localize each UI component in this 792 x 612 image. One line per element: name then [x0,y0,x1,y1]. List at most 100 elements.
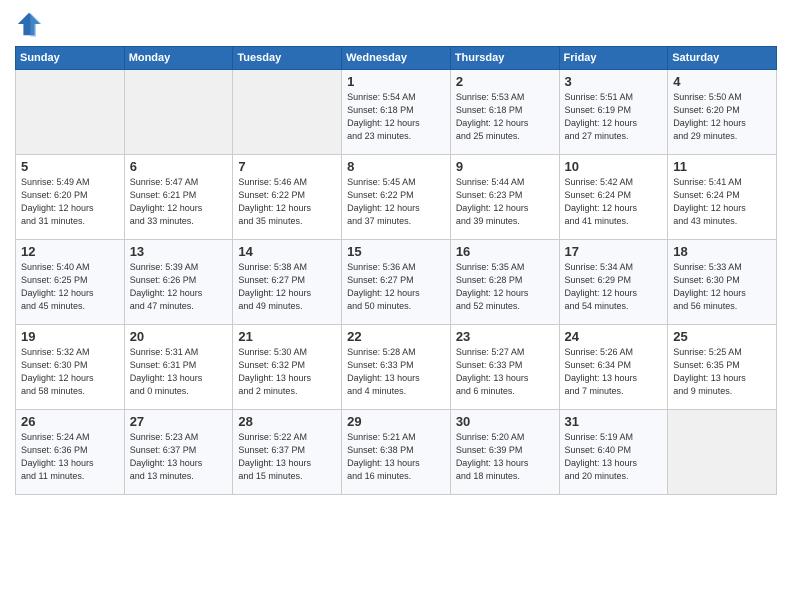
calendar-cell: 7 Sunrise: 5:46 AM Sunset: 6:22 PM Daylig… [233,155,342,240]
day-number: 12 [21,244,119,259]
day-number: 13 [130,244,228,259]
day-info: Sunrise: 5:36 AM Sunset: 6:27 PM Dayligh… [347,261,445,313]
page-header [15,10,777,38]
day-number: 10 [565,159,663,174]
day-header: Monday [124,47,233,70]
day-number: 11 [673,159,771,174]
day-number: 20 [130,329,228,344]
day-number: 3 [565,74,663,89]
day-number: 25 [673,329,771,344]
calendar-cell [124,70,233,155]
calendar-cell: 22 Sunrise: 5:28 AM Sunset: 6:33 PM Dayli… [342,325,451,410]
calendar-cell: 24Sunrise: 5:26 AM Sunset: 6:34 PM Dayli… [559,325,668,410]
day-info: Sunrise: 5:33 AM Sunset: 6:30 PM Dayligh… [673,261,771,313]
day-info: Sunrise: 5:51 AM Sunset: 6:19 PM Dayligh… [565,91,663,143]
day-info: Sunrise: 5:23 AM Sunset: 6:37 PM Dayligh… [130,431,228,483]
calendar-cell [668,410,777,495]
day-number: 28 [238,414,336,429]
day-header: Tuesday [233,47,342,70]
calendar-cell: 2Sunrise: 5:53 AM Sunset: 6:18 PM Daylig… [450,70,559,155]
day-info: Sunrise: 5:30 AM Sunset: 6:32 PM Dayligh… [238,346,336,398]
day-number: 6 [130,159,228,174]
calendar-cell: 15 Sunrise: 5:36 AM Sunset: 6:27 PM Dayli… [342,240,451,325]
calendar-week-row: 5Sunrise: 5:49 AM Sunset: 6:20 PM Daylig… [16,155,777,240]
day-number: 27 [130,414,228,429]
day-number: 26 [21,414,119,429]
day-info: Sunrise: 5:39 AM Sunset: 6:26 PM Dayligh… [130,261,228,313]
day-number: 7 [238,159,336,174]
calendar-cell: 31 Sunrise: 5:19 AM Sunset: 6:40 PM Dayli… [559,410,668,495]
day-info: Sunrise: 5:45 AM Sunset: 6:22 PM Dayligh… [347,176,445,228]
calendar-cell: 23 Sunrise: 5:27 AM Sunset: 6:33 PM Dayli… [450,325,559,410]
day-number: 15 [347,244,445,259]
calendar-table: SundayMondayTuesdayWednesdayThursdayFrid… [15,46,777,495]
calendar-cell: 28 Sunrise: 5:22 AM Sunset: 6:37 PM Dayli… [233,410,342,495]
day-number: 16 [456,244,554,259]
day-info: Sunrise: 5:35 AM Sunset: 6:28 PM Dayligh… [456,261,554,313]
day-info: Sunrise: 5:44 AM Sunset: 6:23 PM Dayligh… [456,176,554,228]
day-info: Sunrise: 5:24 AM Sunset: 6:36 PM Dayligh… [21,431,119,483]
calendar-cell [233,70,342,155]
calendar-cell: 17 Sunrise: 5:34 AM Sunset: 6:29 PM Dayli… [559,240,668,325]
day-number: 19 [21,329,119,344]
day-info: Sunrise: 5:47 AM Sunset: 6:21 PM Dayligh… [130,176,228,228]
day-info: Sunrise: 5:40 AM Sunset: 6:25 PM Dayligh… [21,261,119,313]
day-info: Sunrise: 5:38 AM Sunset: 6:27 PM Dayligh… [238,261,336,313]
day-header: Friday [559,47,668,70]
day-number: 2 [456,74,554,89]
calendar-week-row: 26 Sunrise: 5:24 AM Sunset: 6:36 PM Dayli… [16,410,777,495]
calendar-cell: 3 Sunrise: 5:51 AM Sunset: 6:19 PM Daylig… [559,70,668,155]
calendar-cell: 10 Sunrise: 5:42 AM Sunset: 6:24 PM Dayli… [559,155,668,240]
calendar-cell: 12 Sunrise: 5:40 AM Sunset: 6:25 PM Dayli… [16,240,125,325]
day-number: 17 [565,244,663,259]
calendar-cell: 4 Sunrise: 5:50 AM Sunset: 6:20 PM Daylig… [668,70,777,155]
day-header: Saturday [668,47,777,70]
day-number: 1 [347,74,445,89]
day-number: 30 [456,414,554,429]
calendar-cell: 26 Sunrise: 5:24 AM Sunset: 6:36 PM Dayli… [16,410,125,495]
calendar-cell [16,70,125,155]
day-info: Sunrise: 5:41 AM Sunset: 6:24 PM Dayligh… [673,176,771,228]
day-number: 23 [456,329,554,344]
day-info: Sunrise: 5:28 AM Sunset: 6:33 PM Dayligh… [347,346,445,398]
calendar-week-row: 19 Sunrise: 5:32 AM Sunset: 6:30 PM Dayli… [16,325,777,410]
calendar-header-row: SundayMondayTuesdayWednesdayThursdayFrid… [16,47,777,70]
calendar-cell: 16 Sunrise: 5:35 AM Sunset: 6:28 PM Dayli… [450,240,559,325]
calendar-cell: 19 Sunrise: 5:32 AM Sunset: 6:30 PM Dayli… [16,325,125,410]
day-info: Sunrise: 5:25 AM Sunset: 6:35 PM Dayligh… [673,346,771,398]
day-info: Sunrise: 5:22 AM Sunset: 6:37 PM Dayligh… [238,431,336,483]
day-header: Sunday [16,47,125,70]
calendar-cell: 30Sunrise: 5:20 AM Sunset: 6:39 PM Dayli… [450,410,559,495]
day-header: Wednesday [342,47,451,70]
day-number: 18 [673,244,771,259]
calendar-week-row: 12 Sunrise: 5:40 AM Sunset: 6:25 PM Dayli… [16,240,777,325]
day-number: 22 [347,329,445,344]
day-number: 5 [21,159,119,174]
calendar-cell: 29 Sunrise: 5:21 AM Sunset: 6:38 PM Dayli… [342,410,451,495]
calendar-body: 1Sunrise: 5:54 AM Sunset: 6:18 PM Daylig… [16,70,777,495]
day-info: Sunrise: 5:19 AM Sunset: 6:40 PM Dayligh… [565,431,663,483]
day-number: 9 [456,159,554,174]
day-number: 29 [347,414,445,429]
logo-icon [15,10,43,38]
day-info: Sunrise: 5:42 AM Sunset: 6:24 PM Dayligh… [565,176,663,228]
day-info: Sunrise: 5:32 AM Sunset: 6:30 PM Dayligh… [21,346,119,398]
calendar-cell: 27 Sunrise: 5:23 AM Sunset: 6:37 PM Dayli… [124,410,233,495]
calendar-cell: 20 Sunrise: 5:31 AM Sunset: 6:31 PM Dayli… [124,325,233,410]
calendar-cell: 13 Sunrise: 5:39 AM Sunset: 6:26 PM Dayli… [124,240,233,325]
calendar-cell: 18 Sunrise: 5:33 AM Sunset: 6:30 PM Dayli… [668,240,777,325]
day-number: 31 [565,414,663,429]
day-info: Sunrise: 5:21 AM Sunset: 6:38 PM Dayligh… [347,431,445,483]
day-info: Sunrise: 5:34 AM Sunset: 6:29 PM Dayligh… [565,261,663,313]
calendar-cell: 6 Sunrise: 5:47 AM Sunset: 6:21 PM Daylig… [124,155,233,240]
day-number: 4 [673,74,771,89]
calendar-cell: 1Sunrise: 5:54 AM Sunset: 6:18 PM Daylig… [342,70,451,155]
logo [15,10,47,38]
day-number: 24 [565,329,663,344]
day-info: Sunrise: 5:50 AM Sunset: 6:20 PM Dayligh… [673,91,771,143]
calendar-cell: 14Sunrise: 5:38 AM Sunset: 6:27 PM Dayli… [233,240,342,325]
day-info: Sunrise: 5:31 AM Sunset: 6:31 PM Dayligh… [130,346,228,398]
calendar-cell: 21Sunrise: 5:30 AM Sunset: 6:32 PM Dayli… [233,325,342,410]
day-info: Sunrise: 5:46 AM Sunset: 6:22 PM Dayligh… [238,176,336,228]
day-info: Sunrise: 5:27 AM Sunset: 6:33 PM Dayligh… [456,346,554,398]
